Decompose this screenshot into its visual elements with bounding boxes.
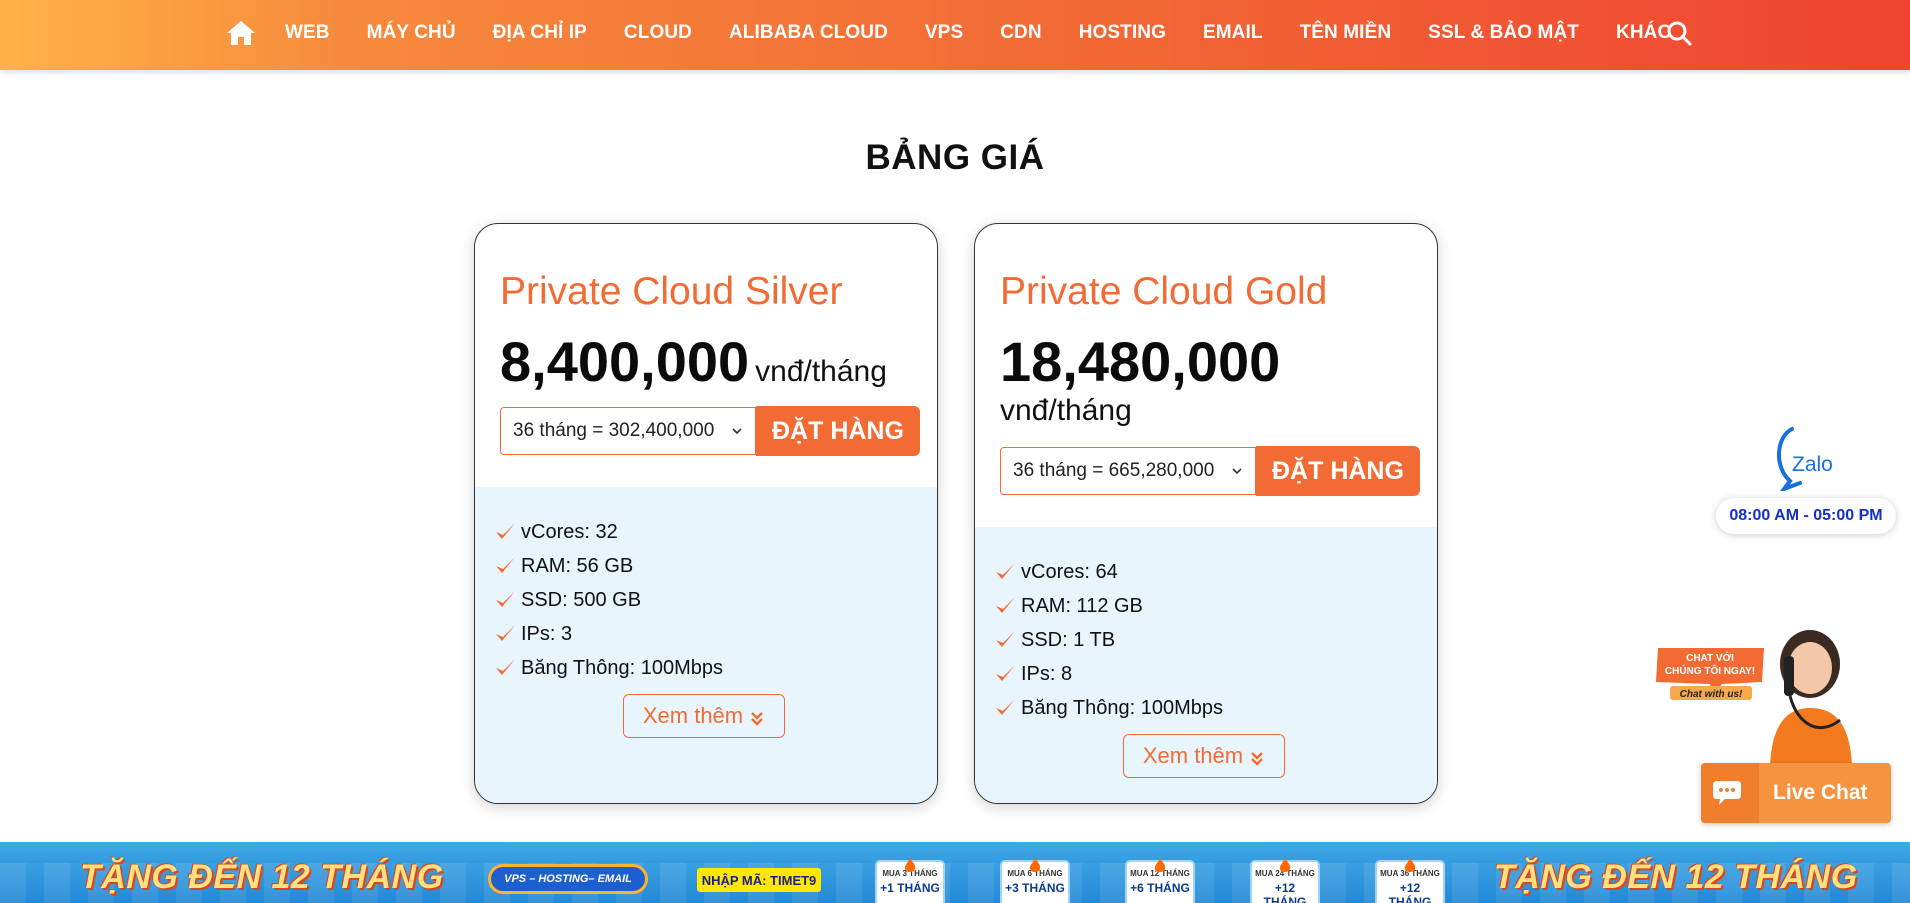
svg-text:Chat with us!: Chat with us!: [1680, 689, 1743, 700]
nav-item-email[interactable]: EMAIL: [1203, 22, 1263, 44]
features-panel: vCores: 32 RAM: 56 GB SSD: 500 GB IPs: 3…: [475, 487, 937, 803]
nav-item-ssl-bao-mat[interactable]: SSL & BẢO MẬT: [1428, 22, 1579, 44]
feature-item: Băng Thông: 100Mbps: [493, 651, 723, 685]
live-chat-label: Live Chat: [1773, 781, 1868, 804]
live-chat-button[interactable]: Live Chat: [1701, 763, 1891, 823]
double-chevron-down-icon: [1251, 752, 1263, 766]
see-more-button[interactable]: Xem thêm: [623, 694, 785, 738]
feature-list: vCores: 64 RAM: 112 GB SSD: 1 TB IPs: 8 …: [993, 555, 1223, 725]
check-icon: [996, 597, 1015, 613]
feature-list: vCores: 32 RAM: 56 GB SSD: 500 GB IPs: 3…: [493, 515, 723, 685]
check-icon: [996, 563, 1015, 579]
order-button[interactable]: ĐẶT HÀNG: [756, 406, 920, 456]
flame-icon: [904, 858, 916, 872]
see-more-button[interactable]: Xem thêm: [1123, 734, 1285, 778]
chevron-down-icon: [1232, 468, 1242, 475]
nav-menu: WEB MÁY CHỦ ĐỊA CHỈ IP CLOUD ALIBABA CLO…: [225, 0, 1708, 66]
price-line: 8,400,000 vnđ/tháng: [500, 329, 887, 394]
nav-item-hosting[interactable]: HOSTING: [1079, 22, 1166, 44]
check-icon: [496, 523, 515, 539]
nav-item-khac[interactable]: KHÁC: [1616, 22, 1671, 44]
feature-item: SSD: 1 TB: [993, 623, 1223, 657]
promo-banner[interactable]: TẶNG ĐẾN 12 THÁNG VPS – HOSTING– EMAIL N…: [0, 842, 1910, 903]
double-chevron-down-icon: [751, 712, 763, 726]
zalo-logo[interactable]: Zalo: [1770, 425, 1846, 491]
banner-headline-left: TẶNG ĐẾN 12 THÁNG: [80, 858, 444, 896]
order-button[interactable]: ĐẶT HÀNG: [1256, 446, 1420, 496]
banner-pill: VPS – HOSTING– EMAIL: [488, 864, 648, 894]
order-row: 36 tháng = 665,280,000 ĐẶT HÀNG: [1000, 446, 1420, 497]
feature-item: RAM: 56 GB: [493, 549, 723, 583]
banner-headline-right: TẶNG ĐẾN 12 THÁNG: [1494, 858, 1858, 896]
offer-tile: MUA 24 THÁNG +12 THÁNG: [1252, 858, 1318, 903]
features-panel: vCores: 64 RAM: 112 GB SSD: 1 TB IPs: 8 …: [975, 527, 1437, 803]
nav-item-may-chu[interactable]: MÁY CHỦ: [367, 22, 456, 44]
check-icon: [496, 591, 515, 607]
pricing-card-gold: Private Cloud Gold 18,480,000 vnđ/tháng …: [974, 223, 1438, 804]
term-select-value: 36 tháng = 302,400,000: [513, 420, 715, 441]
chat-bubbles-icon: [1701, 763, 1759, 823]
support-agent-image: [1770, 630, 1852, 766]
feature-item: IPs: 3: [493, 617, 723, 651]
check-icon: [496, 659, 515, 675]
plan-price: 18,480,000: [1000, 330, 1281, 393]
check-icon: [496, 625, 515, 641]
plan-name: Private Cloud Silver: [500, 270, 843, 313]
home-icon[interactable]: [225, 19, 257, 47]
price-unit: vnđ/tháng: [1000, 394, 1132, 427]
see-more-label: Xem thêm: [1142, 743, 1244, 768]
feature-item: RAM: 112 GB: [993, 589, 1223, 623]
price-unit: vnđ/tháng: [755, 355, 887, 388]
page-title: BẢNG GIÁ: [865, 138, 1045, 177]
check-icon: [996, 631, 1015, 647]
feature-item: SSD: 500 GB: [493, 583, 723, 617]
price-line: 18,480,000: [1000, 329, 1280, 394]
nav-item-alibaba-cloud[interactable]: ALIBABA CLOUD: [729, 22, 888, 44]
flame-icon: [1154, 858, 1166, 872]
nav-item-web[interactable]: WEB: [285, 22, 330, 44]
nav-item-cloud[interactable]: CLOUD: [624, 22, 692, 44]
svg-text:CHAT VỚI: CHAT VỚI: [1686, 651, 1734, 664]
offer-tile: MUA 3 THÁNG +1 THÁNG: [877, 858, 943, 903]
flame-icon: [1404, 858, 1416, 872]
feature-item: IPs: 8: [993, 657, 1223, 691]
see-more-label: Xem thêm: [642, 703, 744, 728]
feature-item: vCores: 32: [493, 515, 723, 549]
nav-item-dia-chi-ip[interactable]: ĐỊA CHỈ IP: [493, 22, 587, 44]
search-icon[interactable]: [1666, 20, 1692, 46]
nav-item-ten-mien[interactable]: TÊN MIỀN: [1300, 22, 1392, 44]
flame-icon: [1029, 858, 1041, 872]
plan-price: 8,400,000: [500, 330, 750, 393]
offer-tile: MUA 6 THÁNG +3 THÁNG: [1002, 858, 1068, 903]
chevron-down-icon: [732, 428, 742, 435]
term-select[interactable]: 36 tháng = 665,280,000: [1000, 447, 1256, 495]
support-hours-badge: 08:00 AM - 05:00 PM: [1716, 498, 1896, 534]
nav-item-vps[interactable]: VPS: [925, 22, 963, 44]
term-select[interactable]: 36 tháng = 302,400,000: [500, 407, 756, 455]
feature-item: Băng Thông: 100Mbps: [993, 691, 1223, 725]
check-icon: [496, 557, 515, 573]
check-icon: [996, 665, 1015, 681]
plan-name: Private Cloud Gold: [1000, 270, 1328, 313]
nav-item-cdn[interactable]: CDN: [1000, 22, 1041, 44]
offer-tile: MUA 12 THÁNG +6 THÁNG: [1127, 858, 1193, 903]
check-icon: [996, 699, 1015, 715]
pricing-card-silver: Private Cloud Silver 8,400,000 vnđ/tháng …: [474, 223, 938, 804]
term-select-value: 36 tháng = 665,280,000: [1013, 460, 1215, 481]
feature-item: vCores: 64: [993, 555, 1223, 589]
order-row: 36 tháng = 302,400,000 ĐẶT HÀNG: [500, 406, 920, 457]
promo-code: NHẬP MÃ: TIMET9: [697, 868, 821, 892]
offer-tile: MUA 36 THÁNG +12 THÁNG: [1377, 858, 1443, 903]
top-navigation: WEB MÁY CHỦ ĐỊA CHỈ IP CLOUD ALIBABA CLO…: [0, 0, 1910, 70]
flame-icon: [1279, 858, 1291, 872]
zalo-logo-text: Zalo: [1792, 453, 1833, 476]
